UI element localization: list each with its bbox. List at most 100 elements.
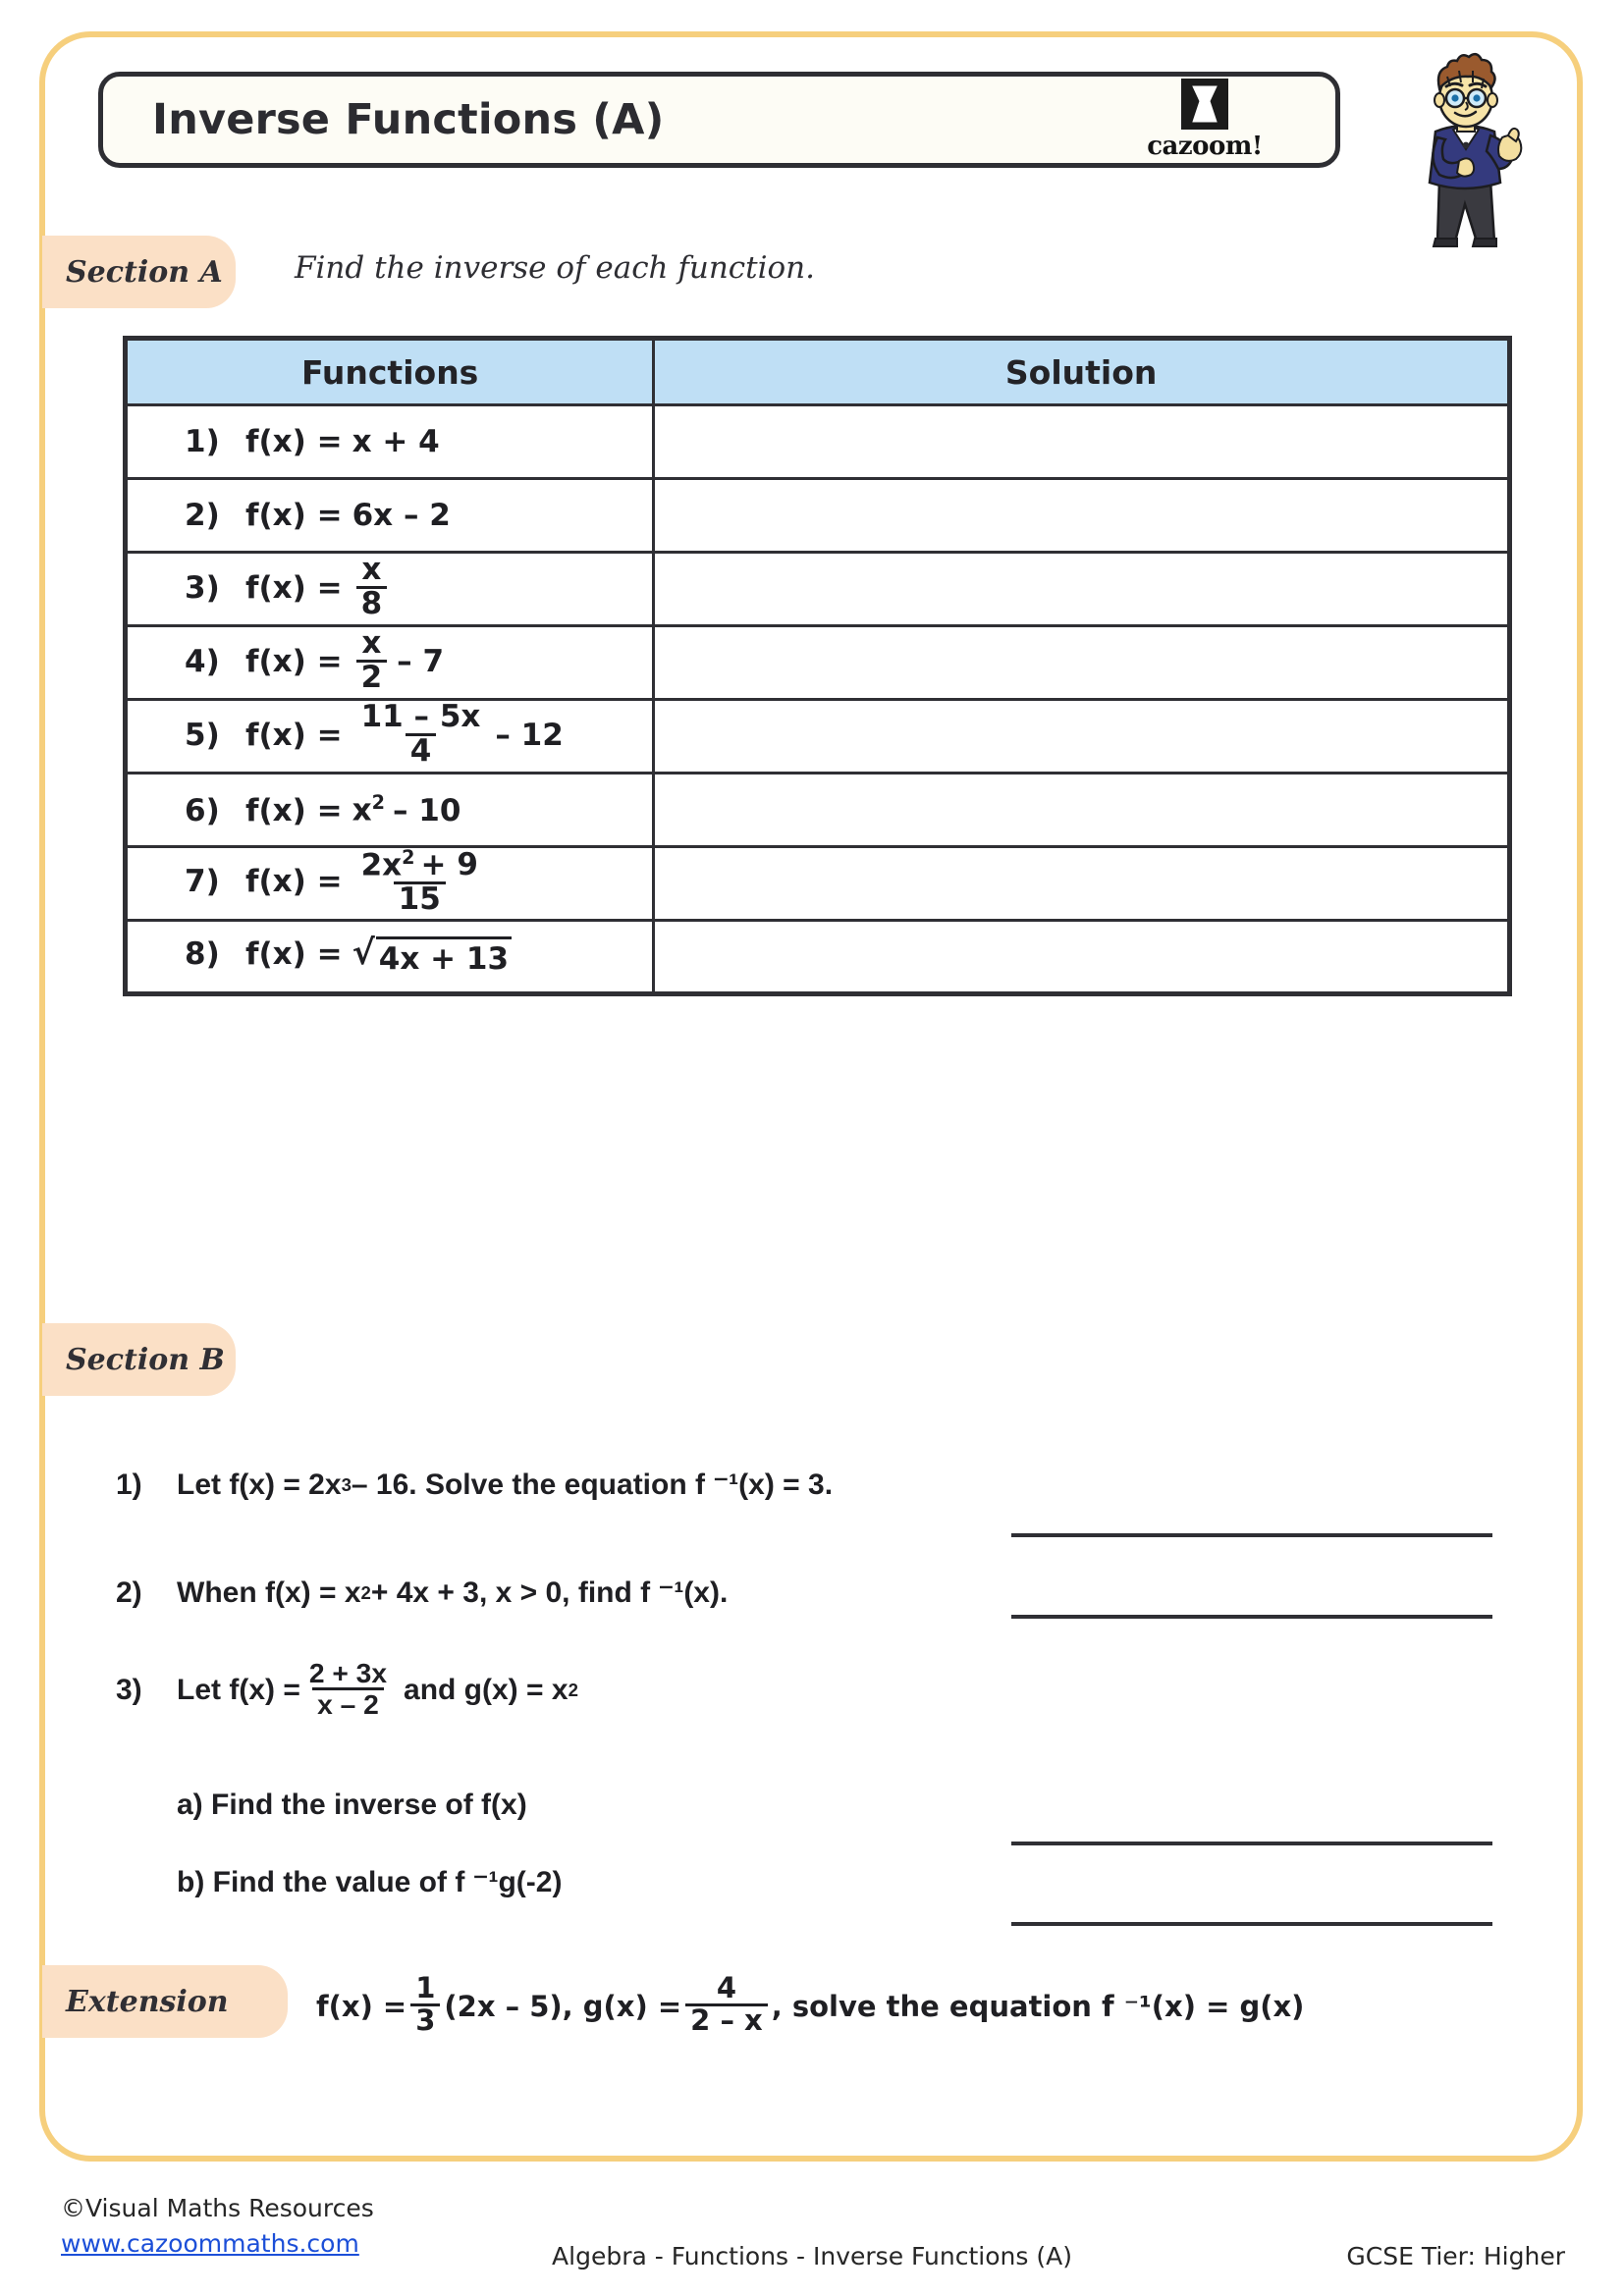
function-cell-6: 6) f(x) = x2 – 10 xyxy=(123,772,656,848)
solution-cell-6[interactable] xyxy=(652,772,1511,848)
extension-fraction-1: 1 3 xyxy=(410,1973,441,2036)
function-cell-7: 7) f(x) = 2x2 + 9 15 xyxy=(123,845,656,922)
fraction-denominator: 8 xyxy=(355,585,388,620)
question-3-exponent: 2 xyxy=(568,1680,578,1701)
solution-cell-2[interactable] xyxy=(652,477,1511,554)
question-2-text-after: + 4x + 3, x > 0, find f ⁻¹(x). xyxy=(370,1576,729,1609)
table-header-row: Functions Solution xyxy=(123,337,1511,406)
fraction-numerator: x xyxy=(361,624,382,661)
function-lhs: f(x) = xyxy=(245,792,343,828)
solution-cell-1[interactable] xyxy=(652,403,1511,480)
row-index: 7) xyxy=(185,864,220,900)
footer-copyright: ©Visual Maths Resources xyxy=(61,2194,374,2222)
function-lhs: f(x) = xyxy=(245,936,343,972)
question-3-text-mid: and g(x) = x xyxy=(404,1674,568,1707)
extension-tag: Extension xyxy=(42,1965,288,2038)
solution-cell-7[interactable] xyxy=(652,845,1511,922)
question-3-fraction: 2 + 3x x – 2 xyxy=(304,1659,392,1719)
function-lhs: f(x) = xyxy=(245,717,343,753)
row-index: 6) xyxy=(185,792,220,828)
radicand: 4x + 13 xyxy=(375,936,513,977)
question-2-exponent: 2 xyxy=(360,1581,371,1603)
question-2-number: 2) xyxy=(116,1575,142,1609)
function-lhs: f(x) = xyxy=(245,498,343,533)
table-row: 2) f(x) = 6x – 2 xyxy=(123,477,1511,554)
question-2: 2) When f(x) = x2 + 4x + 3, x > 0, find … xyxy=(116,1575,728,1610)
question-3-numerator: 2 + 3x xyxy=(308,1657,388,1688)
function-cell-4: 4) f(x) = x 2– 7 xyxy=(123,624,656,701)
function-expression: 6x – 2 xyxy=(352,498,451,533)
answer-line-2[interactable] xyxy=(1011,1615,1492,1619)
fraction-numerator-exponent: 2 xyxy=(402,845,415,869)
solution-cell-4[interactable] xyxy=(652,624,1511,701)
worksheet-title-box: Inverse Functions (A) cazoom! xyxy=(98,72,1340,168)
table-row: 7) f(x) = 2x2 + 9 15 xyxy=(123,845,1511,922)
row-index: 8) xyxy=(185,936,220,972)
question-1: 1) Let f(x) = 2x 3 – 16. Solve the equati… xyxy=(116,1468,833,1502)
solution-cell-3[interactable] xyxy=(652,551,1511,627)
function-fraction: x8 xyxy=(355,551,388,620)
function-fraction: 2x2 + 9 15 xyxy=(356,845,483,916)
section-a-instruction: Find the inverse of each function. xyxy=(295,250,815,286)
solution-cell-8[interactable] xyxy=(652,919,1511,995)
fraction-denominator: 4 xyxy=(405,732,437,768)
section-b-label: Section B xyxy=(66,1342,225,1377)
footer-tier: GCSE Tier: Higher xyxy=(1346,2242,1565,2270)
function-cell-3: 3) f(x) = x 8 xyxy=(123,551,656,627)
function-tail: – 7 xyxy=(397,643,445,679)
fraction-numerator: 11 – 5x xyxy=(360,698,481,734)
row-index: 1) xyxy=(185,424,220,459)
answer-line-3b[interactable] xyxy=(1011,1922,1492,1926)
answer-line-3a[interactable] xyxy=(1011,1842,1492,1845)
function-lhs: f(x) = xyxy=(245,569,343,606)
fraction-numerator: x xyxy=(361,551,382,587)
hourglass-icon xyxy=(1181,79,1228,130)
question-1-exponent: 3 xyxy=(341,1473,352,1495)
question-1-text-before: Let f(x) = 2x xyxy=(177,1468,342,1501)
extension-fraction-2-numerator: 4 xyxy=(716,1971,737,2004)
question-3-number: 3) xyxy=(116,1674,142,1707)
function-exponent: 2 xyxy=(371,791,385,815)
fraction-numerator: 2x2 + 9 xyxy=(356,845,483,883)
answer-line-1[interactable] xyxy=(1011,1533,1492,1537)
row-index: 3) xyxy=(185,569,220,606)
extension-fraction-1-denominator: 3 xyxy=(410,2002,441,2036)
cazoom-logo: cazoom! xyxy=(1131,79,1278,161)
fraction-numerator-tail: + 9 xyxy=(420,847,478,883)
extension-label: Extension xyxy=(66,1984,229,2019)
section-b-tag: Section B xyxy=(42,1323,236,1396)
page-title: Inverse Functions (A) xyxy=(152,95,665,144)
question-3-denominator: x – 2 xyxy=(312,1686,384,1719)
function-fraction: 11 – 5x 4 xyxy=(356,698,486,768)
question-3: 3) Let f(x) = 2 + 3x x – 2 and g(x) = x2 xyxy=(116,1659,578,1721)
solution-cell-5[interactable] xyxy=(652,698,1511,774)
function-lhs: f(x) = xyxy=(245,864,343,900)
question-3b: b) Find the value of f ⁻¹g(-2) xyxy=(177,1866,563,1898)
function-lhs: f(x) = xyxy=(245,643,343,679)
extension-part-2: (2x – 5), g(x) = xyxy=(444,1990,682,2024)
row-index: 2) xyxy=(185,498,220,533)
cazoom-wordmark: cazoom! xyxy=(1147,132,1263,161)
function-tail: – 10 xyxy=(392,792,461,828)
function-square-root: √ 4x + 13 xyxy=(352,936,513,977)
column-header-functions: Functions xyxy=(123,337,656,406)
section-a-label: Section A xyxy=(66,254,223,290)
page-footer: ©Visual Maths Resources www.cazoommaths.… xyxy=(0,2191,1624,2289)
table-row: 8) f(x) = √ 4x + 13 xyxy=(123,919,1511,995)
section-a-tag: Section A xyxy=(42,236,236,308)
student-mascot-icon xyxy=(1392,47,1540,248)
table-row: 1) f(x) = x + 4 xyxy=(123,403,1511,480)
function-cell-5: 5) f(x) = 11 – 5x 4– 12 xyxy=(123,698,656,774)
question-2-text-before: When f(x) = x xyxy=(177,1575,361,1609)
extension-part-1: f(x) = xyxy=(316,1990,407,2024)
table-row: 6) f(x) = x2 – 10 xyxy=(123,772,1511,848)
row-index: 5) xyxy=(185,717,220,753)
fraction-denominator: 15 xyxy=(393,881,446,916)
function-cell-8: 8) f(x) = √ 4x + 13 xyxy=(123,919,656,995)
question-1-text-after: – 16. Solve the equation f ⁻¹(x) = 3. xyxy=(351,1468,834,1501)
extension-expression: f(x) = 1 3 (2x – 5), g(x) = 4 2 – x , so… xyxy=(316,1971,1304,2037)
function-expression: x + 4 xyxy=(352,424,440,459)
fraction-denominator: 2 xyxy=(355,659,388,694)
extension-fraction-2: 4 2 – x xyxy=(685,1971,768,2035)
column-header-solution: Solution xyxy=(652,337,1511,406)
